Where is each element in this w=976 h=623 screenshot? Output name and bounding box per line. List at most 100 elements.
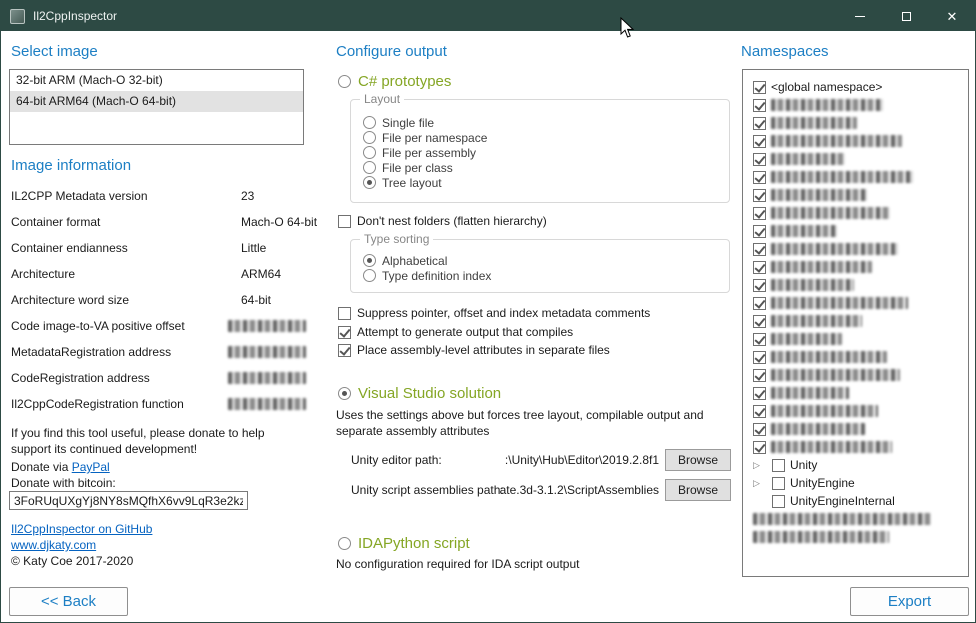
namespace-item-redacted[interactable] <box>743 312 968 330</box>
expander-icon[interactable]: ▷ <box>753 479 760 488</box>
unity-editor-browse-button[interactable]: Browse <box>665 449 731 471</box>
namespace-checkbox[interactable] <box>753 369 766 382</box>
namespace-item-redacted[interactable] <box>743 186 968 204</box>
namespace-checkbox[interactable] <box>753 297 766 310</box>
namespace-checkbox[interactable] <box>753 189 766 202</box>
info-row: Architecture word size64-bit <box>11 291 305 317</box>
namespace-item-redacted[interactable] <box>743 132 968 150</box>
suppress-checkbox-label: Suppress pointer, offset and index metad… <box>357 306 650 320</box>
type-sorting-group-title: Type sorting <box>360 232 433 246</box>
namespace-item-redacted[interactable] <box>743 366 968 384</box>
bitcoin-address-input[interactable] <box>9 491 248 510</box>
info-value-redacted <box>228 346 306 358</box>
namespace-checkbox[interactable] <box>753 423 766 436</box>
redacted-text <box>771 315 862 327</box>
namespace-checkbox[interactable] <box>753 207 766 220</box>
namespace-checkbox[interactable] <box>753 99 766 112</box>
radio-label: File per class <box>382 161 453 175</box>
namespace-label: Unity <box>790 458 817 472</box>
namespace-checkbox[interactable] <box>753 405 766 418</box>
redacted-text <box>771 135 902 147</box>
namespace-checkbox[interactable] <box>753 441 766 454</box>
visual-studio-option[interactable]: Visual Studio solution <box>338 385 501 402</box>
namespace-item[interactable]: ▷ Unity <box>743 456 968 474</box>
namespace-item-redacted[interactable] <box>743 240 968 258</box>
namespace-item-redacted[interactable] <box>743 294 968 312</box>
namespace-item-redacted[interactable] <box>743 114 968 132</box>
namespace-checkbox[interactable] <box>753 261 766 274</box>
namespace-checkbox[interactable] <box>753 243 766 256</box>
namespace-item-redacted[interactable] <box>743 204 968 222</box>
namespace-checkbox[interactable] <box>753 81 766 94</box>
namespace-checkbox[interactable] <box>753 117 766 130</box>
flatten-checkbox[interactable]: Don't nest folders (flatten hierarchy) <box>338 214 547 228</box>
namespace-checkbox[interactable] <box>753 315 766 328</box>
namespace-item-redacted[interactable] <box>743 276 968 294</box>
image-list-item[interactable]: 64-bit ARM64 (Mach-O 64-bit) <box>10 91 303 112</box>
github-link[interactable]: Il2CppInspector on GitHub <box>11 522 152 536</box>
namespace-checkbox[interactable] <box>753 279 766 292</box>
namespace-item-redacted[interactable] <box>743 528 968 546</box>
namespace-item-redacted[interactable] <box>743 168 968 186</box>
compile-checkbox[interactable]: Attempt to generate output that compiles <box>338 325 573 339</box>
namespaces-panel[interactable]: <global namespace> ▷ Unity ▷UnityEngineUnit… <box>742 69 969 577</box>
radio-option[interactable]: File per namespace <box>363 130 487 145</box>
namespace-checkbox[interactable] <box>753 171 766 184</box>
namespace-checkbox[interactable] <box>753 387 766 400</box>
info-row: IL2CPP Metadata version23 <box>11 187 305 213</box>
namespace-item-redacted[interactable] <box>743 420 968 438</box>
radio-option[interactable]: File per assembly <box>363 145 487 160</box>
namespace-checkbox[interactable] <box>772 477 785 490</box>
image-list-item[interactable]: 32-bit ARM (Mach-O 32-bit) <box>10 70 303 91</box>
maximize-button[interactable] <box>883 1 929 31</box>
minimize-button[interactable] <box>837 1 883 31</box>
namespace-item-redacted[interactable] <box>743 96 968 114</box>
visual-studio-label: Visual Studio solution <box>358 385 501 402</box>
back-button[interactable]: << Back <box>9 587 128 616</box>
paypal-link[interactable]: PayPal <box>72 460 110 474</box>
close-button[interactable]: ✕ <box>929 1 975 31</box>
attributes-checkbox[interactable]: Place assembly-level attributes in separ… <box>338 343 610 357</box>
namespace-checkbox[interactable] <box>772 459 785 472</box>
namespace-item-redacted[interactable] <box>743 384 968 402</box>
namespace-item-redacted[interactable] <box>743 150 968 168</box>
unity-editor-path-label: Unity editor path: <box>351 453 442 467</box>
namespace-checkbox[interactable] <box>753 135 766 148</box>
image-listbox[interactable]: 32-bit ARM (Mach-O 32-bit)64-bit ARM64 (… <box>9 69 304 145</box>
namespace-item[interactable]: <global namespace> <box>743 78 968 96</box>
unity-script-browse-button[interactable]: Browse <box>665 479 731 501</box>
radio-option[interactable]: Tree layout <box>363 175 487 190</box>
radio-option[interactable]: Single file <box>363 115 487 130</box>
export-button[interactable]: Export <box>850 587 969 616</box>
namespace-checkbox[interactable] <box>753 225 766 238</box>
namespace-item[interactable]: UnityEngineInternal <box>743 492 968 510</box>
namespace-checkbox[interactable] <box>753 333 766 346</box>
website-link[interactable]: www.djkaty.com <box>11 538 96 552</box>
suppress-checkbox[interactable]: Suppress pointer, offset and index metad… <box>338 306 650 320</box>
namespace-item-redacted[interactable] <box>743 222 968 240</box>
namespace-item-redacted[interactable] <box>743 438 968 456</box>
window-controls: ✕ <box>837 1 975 31</box>
namespace-item[interactable]: ▷UnityEngine <box>743 474 968 492</box>
copyright-text: © Katy Coe 2017-2020 <box>11 554 133 568</box>
radio-icon <box>363 161 376 174</box>
namespace-checkbox[interactable] <box>753 153 766 166</box>
namespace-item-redacted[interactable] <box>743 330 968 348</box>
namespace-item-redacted[interactable] <box>743 258 968 276</box>
namespace-checkbox[interactable] <box>753 351 766 364</box>
radio-option[interactable]: Alphabetical <box>363 253 491 268</box>
namespace-item-redacted[interactable] <box>743 510 968 528</box>
redacted-text <box>771 351 887 363</box>
redacted-text <box>771 369 900 381</box>
flatten-checkbox-label: Don't nest folders (flatten hierarchy) <box>357 214 547 228</box>
namespace-item-redacted[interactable] <box>743 348 968 366</box>
redacted-text <box>771 261 872 273</box>
expander-icon[interactable]: ▷ <box>753 461 760 470</box>
radio-option[interactable]: File per class <box>363 160 487 175</box>
namespace-item-redacted[interactable] <box>743 402 968 420</box>
radio-option[interactable]: Type definition index <box>363 268 491 283</box>
idapython-option[interactable]: IDAPython script <box>338 535 470 552</box>
donate-text: If you find this tool useful, please don… <box>11 425 303 457</box>
namespace-checkbox[interactable] <box>772 495 785 508</box>
csharp-prototypes-option[interactable]: C# prototypes <box>338 73 451 90</box>
